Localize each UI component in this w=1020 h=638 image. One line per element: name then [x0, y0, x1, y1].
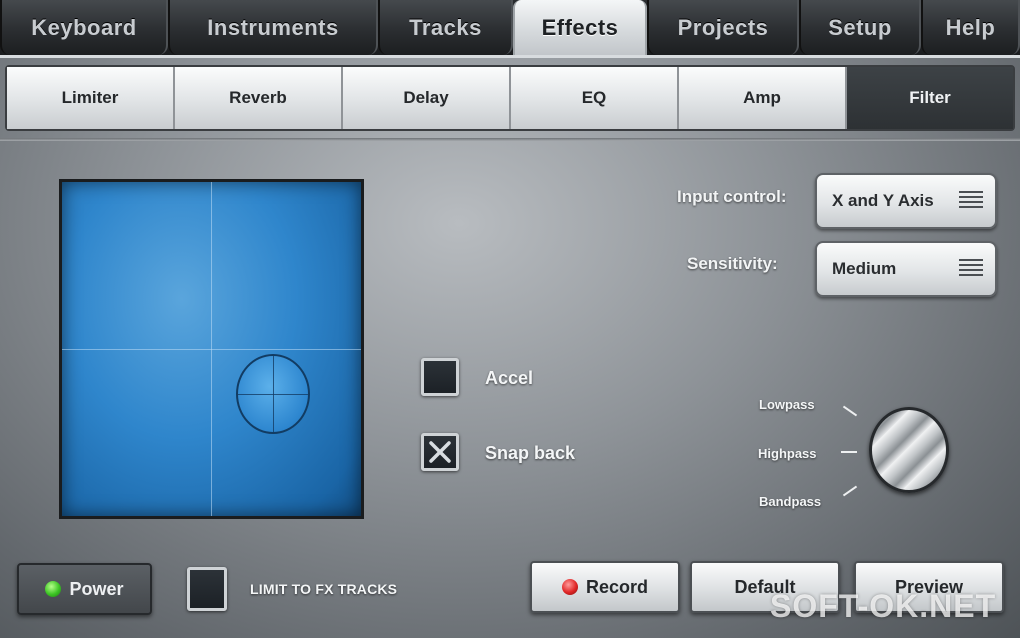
tab-help[interactable]: Help: [921, 0, 1020, 55]
effect-tab-eq[interactable]: EQ: [511, 67, 679, 129]
tab-setup[interactable]: Setup: [799, 0, 921, 55]
effect-tab-filter[interactable]: Filter: [847, 67, 1013, 129]
tab-effects[interactable]: Effects: [513, 0, 647, 55]
divider: [0, 138, 1020, 141]
tab-projects[interactable]: Projects: [647, 0, 799, 55]
sensitivity-value: Medium: [832, 259, 897, 278]
tab-tracks[interactable]: Tracks: [378, 0, 513, 55]
bandpass-label: Bandpass: [759, 494, 822, 509]
input-control-dropdown[interactable]: X and Y Axis: [815, 173, 997, 229]
power-button[interactable]: Power: [17, 563, 152, 615]
snap-back-label: Snap back: [485, 443, 576, 463]
limit-fx-tracks-checkbox[interactable]: [187, 567, 227, 611]
record-button[interactable]: Record: [530, 561, 680, 613]
effect-tab-amp[interactable]: Amp: [679, 67, 847, 129]
power-button-label: Power: [69, 578, 124, 599]
sensitivity-label: Sensitivity:: [687, 254, 778, 273]
xy-pad-horizontal-line: [62, 349, 361, 350]
record-button-label: Record: [585, 576, 648, 597]
accel-checkbox[interactable]: [421, 358, 459, 396]
power-led-icon: [45, 581, 62, 597]
sensitivity-dropdown[interactable]: Medium: [815, 241, 997, 297]
top-tab-bar: Keyboard Instruments Tracks Effects Proj…: [0, 0, 1020, 58]
check-x-icon: [429, 441, 451, 463]
menu-lines-icon: [959, 259, 983, 281]
effect-tab-delay[interactable]: Delay: [343, 67, 511, 129]
snap-back-checkbox[interactable]: [421, 433, 459, 471]
xy-pad-puck[interactable]: [236, 354, 310, 434]
highpass-label: Highpass: [758, 446, 817, 461]
effect-tab-bar: Limiter Reverb Delay EQ Amp Filter: [5, 65, 1015, 131]
accel-label: Accel: [485, 368, 534, 388]
tab-instruments[interactable]: Instruments: [168, 0, 378, 55]
input-control-label: Input control:: [677, 187, 787, 206]
tab-keyboard[interactable]: Keyboard: [0, 0, 168, 55]
knob-tick: [842, 405, 858, 417]
effect-tab-reverb[interactable]: Reverb: [175, 67, 343, 129]
xy-control-pad[interactable]: [59, 179, 364, 519]
lowpass-label: Lowpass: [759, 397, 815, 412]
menu-lines-icon: [959, 191, 983, 213]
knob-tick: [842, 485, 858, 497]
filter-type-knob[interactable]: [869, 407, 949, 493]
watermark: SOFT-OK.NET: [770, 588, 997, 624]
effect-tab-limiter[interactable]: Limiter: [7, 67, 175, 129]
input-control-value: X and Y Axis: [832, 191, 934, 210]
knob-tick: [841, 451, 857, 453]
limit-fx-tracks-label: LIMIT TO FX TRACKS: [250, 581, 398, 597]
record-led-icon: [561, 579, 578, 595]
